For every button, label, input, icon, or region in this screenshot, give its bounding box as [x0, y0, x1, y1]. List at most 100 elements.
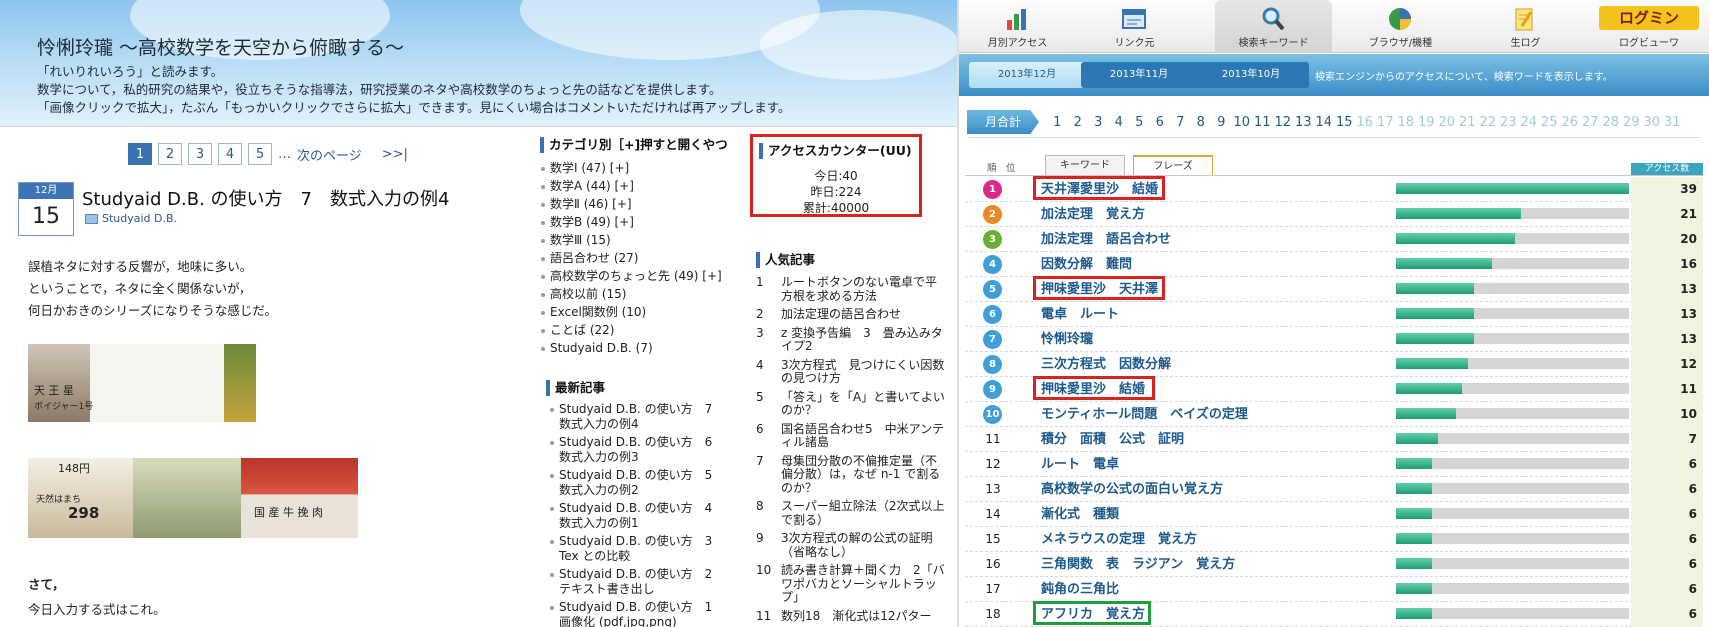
category-item[interactable]: 数学Ⅰ (47) [+]	[540, 159, 740, 177]
page-2-link[interactable]: 2	[158, 143, 182, 165]
day-link[interactable]: 6	[1150, 115, 1171, 130]
popular-post-item[interactable]: 10 読み書き計算＋聞く力 2「バワポバカとソーシャルトラップ」	[756, 563, 956, 605]
popular-post-item[interactable]: 11 数列18 漸化式は12パター	[756, 609, 956, 624]
keyword-link[interactable]: 三次方程式 因数分解	[1041, 352, 1171, 377]
day-link: 27	[1581, 114, 1599, 130]
month-tab-oct[interactable]: 2013年10月	[1193, 62, 1309, 88]
popular-post-item[interactable]: 1 ルートボタンのない電卓で平方根を求める方法	[756, 275, 956, 303]
keyword-link[interactable]: 電卓 ルート	[1041, 302, 1119, 327]
site-title[interactable]: 怜悧玲瓏 ～高校数学を天空から俯瞰する～	[37, 33, 404, 60]
page-1-link[interactable]: 1	[128, 143, 152, 165]
popular-post-title[interactable]: 母集団分散の不偏推定量（不偏分散）は，なぜ n-1 で割るのか？	[781, 454, 946, 496]
category-item[interactable]: 高校数学のちょっと先 (49) [+]	[540, 267, 740, 285]
month-total-tab[interactable]: 月合計	[967, 110, 1039, 134]
month-tab-dec[interactable]: 2013年12月	[969, 62, 1085, 88]
post-category-label: Studyaid D.B.	[102, 212, 178, 225]
post-photo-1[interactable]: 天 王 星 ボイジャー1号	[28, 344, 256, 422]
category-item[interactable]: 数学Ⅲ (15)	[540, 231, 740, 249]
day-link[interactable]: 14	[1314, 115, 1335, 130]
category-item[interactable]: Excel関数例 (10)	[540, 303, 740, 321]
category-item[interactable]: 高校以前 (15)	[540, 285, 740, 303]
popular-post-title[interactable]: ルートボタンのない電卓で平方根を求める方法	[781, 275, 946, 303]
day-link[interactable]: 10	[1232, 115, 1253, 130]
popular-post-item[interactable]: 9 3次方程式の解の公式の証明（省略なし）	[756, 531, 956, 559]
popular-post-title[interactable]: スーパー組立除法（2次式以上で割る）	[781, 499, 946, 527]
popular-post-title[interactable]: 3次方程式の解の公式の証明（省略なし）	[781, 531, 946, 559]
day-link[interactable]: 1	[1047, 115, 1068, 130]
recent-post-link[interactable]: Studyaid D.B. の使い方 1 画像化 (pdf,jpg,png)	[546, 600, 736, 627]
day-link[interactable]: 2	[1068, 115, 1089, 130]
keyword-link[interactable]: 加法定理 覚え方	[1041, 202, 1145, 227]
nav-referrer[interactable]: リンク元	[1076, 0, 1193, 53]
recent-post-link[interactable]: Studyaid D.B. の使い方 2 テキスト書き出し	[546, 567, 736, 596]
last-page-link[interactable]: >>|	[382, 147, 408, 162]
access-bar	[1396, 408, 1629, 419]
day-link[interactable]: 12	[1273, 115, 1294, 130]
category-item[interactable]: 語呂合わせ (27)	[540, 249, 740, 267]
day-link[interactable]: 15	[1334, 115, 1355, 130]
day-link[interactable]: 8	[1191, 115, 1212, 130]
keyword-link[interactable]: 因数分解 難問	[1041, 252, 1132, 277]
rank-number: 15	[985, 532, 1001, 546]
popular-post-title[interactable]: 読み書き計算＋聞く力 2「バワポバカとソーシャルトラップ」	[781, 563, 946, 605]
access-bar	[1396, 258, 1629, 269]
month-tab-nov[interactable]: 2013年11月	[1081, 62, 1197, 88]
popular-post-item[interactable]: 7 母集団分散の不偏推定量（不偏分散）は，なぜ n-1 で割るのか？	[756, 454, 956, 496]
next-page-link[interactable]: 次のページ	[297, 145, 362, 164]
day-link[interactable]: 5	[1129, 115, 1150, 130]
recent-post-link[interactable]: Studyaid D.B. の使い方 7 数式入力の例4	[546, 402, 736, 431]
popular-post-title[interactable]: 加法定理の語呂合わせ	[781, 307, 946, 322]
recent-post-link[interactable]: Studyaid D.B. の使い方 6 数式入力の例3	[546, 435, 736, 464]
popular-post-title[interactable]: 3次方程式 見つけにくい因数の見つけ方	[781, 358, 946, 386]
day-link[interactable]: 4	[1109, 115, 1130, 130]
popular-post-item[interactable]: 2 加法定理の語呂合わせ	[756, 307, 956, 322]
page-4-link[interactable]: 4	[218, 143, 242, 165]
nav-raw-log[interactable]: 生ログ	[1467, 0, 1584, 53]
day-link[interactable]: 3	[1088, 115, 1109, 130]
day-link[interactable]: 7	[1170, 115, 1191, 130]
nav-browser[interactable]: ブラウザ/機種	[1342, 0, 1459, 53]
nav-search-keyword[interactable]: 検索キーワード	[1215, 0, 1332, 53]
tab-phrase[interactable]: フレーズ	[1133, 155, 1213, 176]
nav-log-viewer[interactable]: ログミン ログビューワ	[1589, 0, 1709, 53]
category-item[interactable]: 数学Ⅱ (46) [+]	[540, 195, 740, 213]
keyword-link[interactable]: 高校数学の公式の面白い覚え方	[1041, 477, 1223, 502]
category-item[interactable]: 数学B (49) [+]	[540, 213, 740, 231]
keyword-link[interactable]: メネラウスの定理 覚え方	[1041, 527, 1197, 552]
page-5-link[interactable]: 5	[248, 143, 272, 165]
keyword-link[interactable]: 漸化式 種類	[1041, 502, 1119, 527]
nav-monthly-access[interactable]: 月別アクセス	[959, 0, 1076, 53]
keyword-link[interactable]: モンティホール問題 ベイズの定理	[1041, 402, 1248, 427]
day-link[interactable]: 9	[1211, 115, 1232, 130]
post-title[interactable]: Studyaid D.B. の使い方 7 数式入力の例4	[82, 185, 449, 211]
post-category[interactable]: Studyaid D.B.	[85, 212, 177, 225]
category-item[interactable]: 数学A (44) [+]	[540, 177, 740, 195]
page-3-link[interactable]: 3	[188, 143, 212, 165]
category-item[interactable]: Studyaid D.B. (7)	[540, 339, 740, 357]
popular-post-item[interactable]: 6 国名語呂合わせ5 中米アンティル諸島	[756, 422, 956, 450]
post-text-line: 何日かおきのシリーズになりそうな感じだ。	[28, 303, 278, 318]
recent-post-link[interactable]: Studyaid D.B. の使い方 3 Tex との比較	[546, 534, 736, 563]
day-link[interactable]: 13	[1293, 115, 1314, 130]
popular-post-item[interactable]: 5 「答え」を「A」と書いてよいのか？	[756, 390, 956, 418]
popular-post-item[interactable]: 4 3次方程式 見つけにくい因数の見つけ方	[756, 358, 956, 386]
keyword-link[interactable]: 加法定理 語呂合わせ	[1041, 227, 1171, 252]
day-link[interactable]: 11	[1252, 115, 1273, 130]
recent-post-link[interactable]: Studyaid D.B. の使い方 4 数式入力の例1	[546, 501, 736, 530]
popular-post-item[interactable]: 8 スーパー組立除法（2次式以上で割る）	[756, 499, 956, 527]
post-photo-2[interactable]: 148円 天然はまち 298 国 産 牛 挽 肉	[28, 458, 358, 538]
popular-post-title[interactable]: 国名語呂合わせ5 中米アンティル諸島	[781, 422, 946, 450]
nav-label: 検索キーワード	[1238, 38, 1309, 49]
tab-keyword[interactable]: キーワード	[1045, 155, 1125, 176]
category-item[interactable]: ことば (22)	[540, 321, 740, 339]
keyword-link[interactable]: 鈍角の三角比	[1041, 577, 1119, 602]
keyword-link[interactable]: 怜悧玲瓏	[1041, 327, 1093, 352]
popular-post-title[interactable]: 「答え」を「A」と書いてよいのか？	[781, 390, 946, 418]
keyword-link[interactable]: 積分 面積 公式 証明	[1041, 427, 1184, 452]
keyword-link[interactable]: ルート 電卓	[1041, 452, 1119, 477]
recent-post-link[interactable]: Studyaid D.B. の使い方 5 数式入力の例2	[546, 468, 736, 497]
keyword-link[interactable]: 三角関数 表 ラジアン 覚え方	[1041, 552, 1235, 577]
popular-post-title[interactable]: 数列18 漸化式は12パター	[781, 609, 946, 624]
popular-post-item[interactable]: 3 z 変換予告編 3 畳み込みタイプ2	[756, 326, 956, 354]
popular-post-title[interactable]: z 変換予告編 3 畳み込みタイプ2	[781, 326, 946, 354]
